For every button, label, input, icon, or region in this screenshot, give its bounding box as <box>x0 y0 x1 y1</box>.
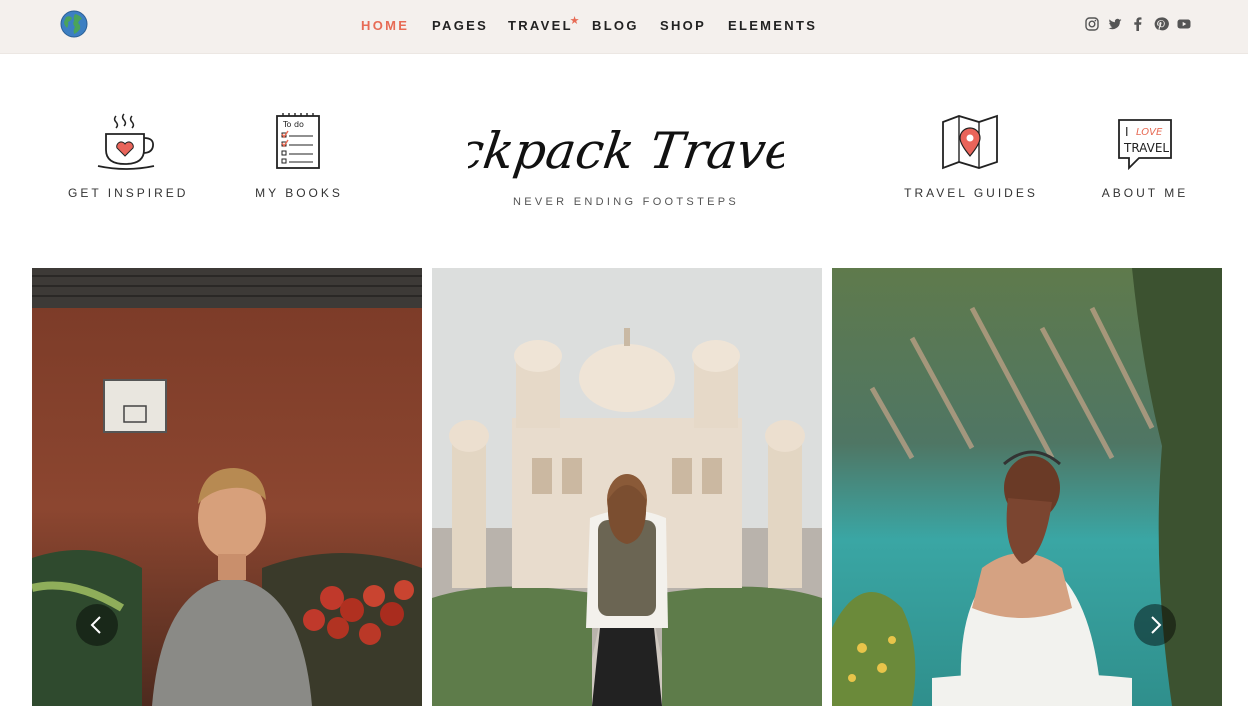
about-me-label: ABOUT ME <box>1101 186 1189 200</box>
top-bar: HOME PAGES TRAVEL ★ BLOG SHOP ELEMENTS <box>0 0 1248 54</box>
instagram-icon[interactable] <box>1084 16 1100 32</box>
nav-item-blog[interactable]: BLOG <box>592 18 639 33</box>
bubble-i: I <box>1125 125 1129 139</box>
slider-prev-button[interactable] <box>76 604 118 646</box>
main-nav: HOME PAGES TRAVEL ★ BLOG SHOP ELEMENTS <box>0 0 1248 53</box>
about-me-link[interactable]: I LOVE TRAVEL ABOUT ME <box>1100 112 1190 200</box>
facebook-icon[interactable] <box>1130 16 1146 32</box>
bubble-travel: TRAVEL <box>1123 141 1169 155</box>
get-inspired-label: GET INSPIRED <box>68 186 189 200</box>
nav-item-shop[interactable]: SHOP <box>660 18 706 33</box>
nav-item-elements[interactable]: ELEMENTS <box>728 18 817 33</box>
coffee-cup-heart-icon <box>97 113 155 170</box>
map-pin-icon <box>942 114 998 170</box>
nav-item-pages[interactable]: PAGES <box>432 18 488 33</box>
bubble-love: LOVE <box>1136 127 1163 138</box>
brand-tagline: NEVER ENDING FOOTSTEPS <box>512 196 739 208</box>
todo-notebook-icon: To do <box>276 113 320 169</box>
nav-item-travel-label: TRAVEL <box>508 18 573 33</box>
youtube-icon[interactable] <box>1176 16 1192 32</box>
site-brand[interactable]: Backpack Traveler NEVER ENDING FOOTSTEPS <box>468 100 784 208</box>
chevron-left-icon <box>90 616 101 634</box>
brand-wordmark: Backpack Traveler <box>468 121 784 180</box>
nav-item-home[interactable]: HOME <box>361 18 409 33</box>
todo-text: To do <box>282 120 304 129</box>
nav-item-travel[interactable]: TRAVEL ★ <box>508 15 580 33</box>
pinterest-icon[interactable] <box>1153 16 1169 32</box>
travel-guides-link[interactable]: TRAVEL GUIDES <box>904 112 1038 200</box>
i-love-travel-bubble-icon: I LOVE TRAVEL <box>1118 119 1172 171</box>
slider-next-button[interactable] <box>1134 604 1176 646</box>
twitter-icon[interactable] <box>1107 16 1123 32</box>
slide-palace-woman[interactable] <box>432 268 822 706</box>
my-books-label: MY BOOKS <box>255 186 343 200</box>
chevron-right-icon <box>1151 616 1162 634</box>
brand-name: Backpack Traveler <box>468 121 784 180</box>
travel-guides-label: TRAVEL GUIDES <box>904 186 1038 200</box>
star-icon: ★ <box>569 15 582 27</box>
my-books-link[interactable]: To do MY BOOKS <box>250 112 348 200</box>
palace-woman-photo <box>432 268 822 706</box>
get-inspired-link[interactable]: GET INSPIRED <box>68 112 189 200</box>
